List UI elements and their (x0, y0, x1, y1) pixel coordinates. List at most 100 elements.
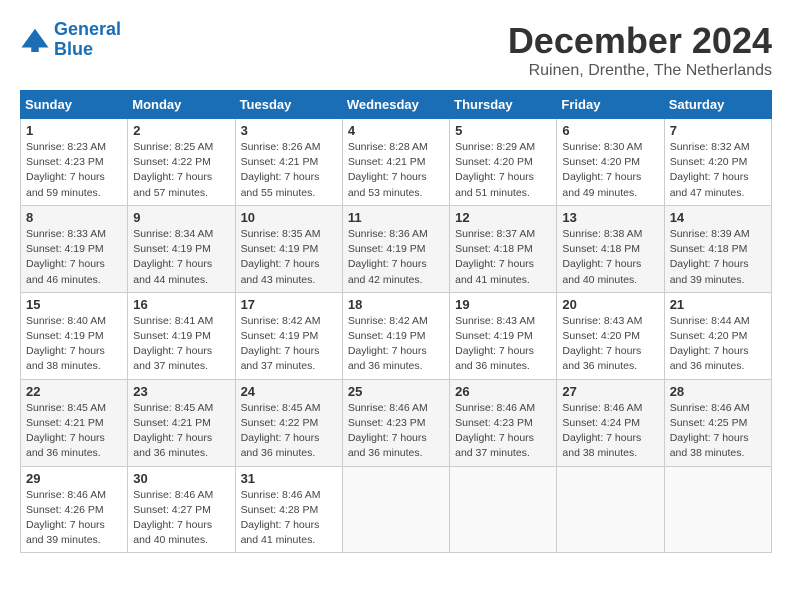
day-info: Sunrise: 8:40 AMSunset: 4:19 PMDaylight:… (26, 314, 122, 375)
calendar-cell: 26 Sunrise: 8:46 AMSunset: 4:23 PMDayligh… (450, 379, 557, 466)
day-number: 7 (670, 123, 766, 138)
day-number: 14 (670, 210, 766, 225)
calendar-cell: 6Sunrise: 8:30 AMSunset: 4:20 PMDaylight… (557, 119, 664, 206)
calendar-week-row: 29 Sunrise: 8:46 AMSunset: 4:26 PMDayligh… (21, 466, 772, 553)
day-number: 26 (455, 384, 551, 399)
day-number: 16 (133, 297, 229, 312)
day-info: Sunrise: 8:46 AMSunset: 4:25 PMDaylight:… (670, 401, 766, 462)
day-info: Sunrise: 8:42 AMSunset: 4:19 PMDaylight:… (241, 314, 337, 375)
calendar-cell: 2 Sunrise: 8:25 AMSunset: 4:22 PMDaylight… (128, 119, 235, 206)
calendar-cell: 1 Sunrise: 8:23 AMSunset: 4:23 PMDaylight… (21, 119, 128, 206)
day-info: Sunrise: 8:41 AMSunset: 4:19 PMDaylight:… (133, 314, 229, 375)
day-header: Friday (557, 91, 664, 119)
calendar-cell: 8 Sunrise: 8:33 AMSunset: 4:19 PMDaylight… (21, 205, 128, 292)
calendar-cell: 20 Sunrise: 8:43 AMSunset: 4:20 PMDayligh… (557, 292, 664, 379)
day-info: Sunrise: 8:46 AMSunset: 4:26 PMDaylight:… (26, 488, 122, 549)
day-info: Sunrise: 8:43 AMSunset: 4:20 PMDaylight:… (562, 314, 658, 375)
day-number: 19 (455, 297, 551, 312)
calendar-cell: 14 Sunrise: 8:39 AMSunset: 4:18 PMDayligh… (664, 205, 771, 292)
day-info: Sunrise: 8:35 AMSunset: 4:19 PMDaylight:… (241, 227, 337, 288)
day-info: Sunrise: 8:28 AMSunset: 4:21 PMDaylight:… (348, 140, 444, 201)
day-info: Sunrise: 8:29 AMSunset: 4:20 PMDaylight:… (455, 140, 551, 201)
day-info: Sunrise: 8:26 AMSunset: 4:21 PMDaylight:… (241, 140, 337, 201)
day-number: 20 (562, 297, 658, 312)
day-header: Saturday (664, 91, 771, 119)
calendar-cell: 13Sunrise: 8:38 AMSunset: 4:18 PMDayligh… (557, 205, 664, 292)
day-number: 30 (133, 471, 229, 486)
page-header: General Blue December 2024 Ruinen, Drent… (20, 20, 772, 80)
day-number: 29 (26, 471, 122, 486)
day-info: Sunrise: 8:30 AMSunset: 4:20 PMDaylight:… (562, 140, 658, 201)
day-number: 31 (241, 471, 337, 486)
calendar-cell: 27 Sunrise: 8:46 AMSunset: 4:24 PMDayligh… (557, 379, 664, 466)
day-info: Sunrise: 8:43 AMSunset: 4:19 PMDaylight:… (455, 314, 551, 375)
calendar-week-row: 1 Sunrise: 8:23 AMSunset: 4:23 PMDaylight… (21, 119, 772, 206)
calendar-cell: 11 Sunrise: 8:36 AMSunset: 4:19 PMDayligh… (342, 205, 449, 292)
day-info: Sunrise: 8:32 AMSunset: 4:20 PMDaylight:… (670, 140, 766, 201)
calendar-week-row: 22 Sunrise: 8:45 AMSunset: 4:21 PMDayligh… (21, 379, 772, 466)
day-info: Sunrise: 8:46 AMSunset: 4:23 PMDaylight:… (348, 401, 444, 462)
day-number: 18 (348, 297, 444, 312)
calendar-cell: 29 Sunrise: 8:46 AMSunset: 4:26 PMDayligh… (21, 466, 128, 553)
day-info: Sunrise: 8:46 AMSunset: 4:28 PMDaylight:… (241, 488, 337, 549)
logo-line2: Blue (54, 39, 93, 59)
day-number: 10 (241, 210, 337, 225)
day-info: Sunrise: 8:45 AMSunset: 4:21 PMDaylight:… (133, 401, 229, 462)
calendar-cell: 12 Sunrise: 8:37 AMSunset: 4:18 PMDayligh… (450, 205, 557, 292)
day-info: Sunrise: 8:25 AMSunset: 4:22 PMDaylight:… (133, 140, 229, 201)
calendar-cell: 30 Sunrise: 8:46 AMSunset: 4:27 PMDayligh… (128, 466, 235, 553)
day-header: Thursday (450, 91, 557, 119)
day-number: 17 (241, 297, 337, 312)
logo-icon (20, 25, 50, 55)
day-header: Monday (128, 91, 235, 119)
calendar-cell (342, 466, 449, 553)
day-number: 28 (670, 384, 766, 399)
calendar-cell: 24Sunrise: 8:45 AMSunset: 4:22 PMDayligh… (235, 379, 342, 466)
day-info: Sunrise: 8:46 AMSunset: 4:27 PMDaylight:… (133, 488, 229, 549)
day-header: Sunday (21, 91, 128, 119)
calendar-cell: 4 Sunrise: 8:28 AMSunset: 4:21 PMDaylight… (342, 119, 449, 206)
calendar-cell (557, 466, 664, 553)
day-info: Sunrise: 8:36 AMSunset: 4:19 PMDaylight:… (348, 227, 444, 288)
calendar-cell: 31 Sunrise: 8:46 AMSunset: 4:28 PMDayligh… (235, 466, 342, 553)
day-info: Sunrise: 8:45 AMSunset: 4:21 PMDaylight:… (26, 401, 122, 462)
day-number: 4 (348, 123, 444, 138)
day-number: 8 (26, 210, 122, 225)
location-title: Ruinen, Drenthe, The Netherlands (508, 62, 772, 80)
day-number: 15 (26, 297, 122, 312)
day-info: Sunrise: 8:37 AMSunset: 4:18 PMDaylight:… (455, 227, 551, 288)
calendar-cell (450, 466, 557, 553)
logo-line1: General (54, 19, 121, 39)
calendar-week-row: 8 Sunrise: 8:33 AMSunset: 4:19 PMDaylight… (21, 205, 772, 292)
calendar-cell: 22 Sunrise: 8:45 AMSunset: 4:21 PMDayligh… (21, 379, 128, 466)
day-number: 22 (26, 384, 122, 399)
day-number: 9 (133, 210, 229, 225)
month-title: December 2024 (508, 20, 772, 62)
day-number: 24 (241, 384, 337, 399)
calendar-header-row: SundayMondayTuesdayWednesdayThursdayFrid… (21, 91, 772, 119)
day-number: 11 (348, 210, 444, 225)
day-info: Sunrise: 8:33 AMSunset: 4:19 PMDaylight:… (26, 227, 122, 288)
calendar-cell: 9Sunrise: 8:34 AMSunset: 4:19 PMDaylight… (128, 205, 235, 292)
day-info: Sunrise: 8:46 AMSunset: 4:23 PMDaylight:… (455, 401, 551, 462)
calendar-cell: 5Sunrise: 8:29 AMSunset: 4:20 PMDaylight… (450, 119, 557, 206)
day-info: Sunrise: 8:46 AMSunset: 4:24 PMDaylight:… (562, 401, 658, 462)
day-info: Sunrise: 8:39 AMSunset: 4:18 PMDaylight:… (670, 227, 766, 288)
day-header: Wednesday (342, 91, 449, 119)
day-number: 1 (26, 123, 122, 138)
day-info: Sunrise: 8:44 AMSunset: 4:20 PMDaylight:… (670, 314, 766, 375)
day-number: 25 (348, 384, 444, 399)
calendar-cell: 25 Sunrise: 8:46 AMSunset: 4:23 PMDayligh… (342, 379, 449, 466)
day-number: 21 (670, 297, 766, 312)
day-number: 2 (133, 123, 229, 138)
calendar-cell: 21 Sunrise: 8:44 AMSunset: 4:20 PMDayligh… (664, 292, 771, 379)
calendar-cell: 28 Sunrise: 8:46 AMSunset: 4:25 PMDayligh… (664, 379, 771, 466)
day-number: 12 (455, 210, 551, 225)
calendar-cell: 23Sunrise: 8:45 AMSunset: 4:21 PMDayligh… (128, 379, 235, 466)
day-number: 27 (562, 384, 658, 399)
day-number: 13 (562, 210, 658, 225)
calendar-table: SundayMondayTuesdayWednesdayThursdayFrid… (20, 90, 772, 553)
calendar-cell: 16 Sunrise: 8:41 AMSunset: 4:19 PMDayligh… (128, 292, 235, 379)
calendar-cell: 7 Sunrise: 8:32 AMSunset: 4:20 PMDaylight… (664, 119, 771, 206)
day-info: Sunrise: 8:23 AMSunset: 4:23 PMDaylight:… (26, 140, 122, 201)
